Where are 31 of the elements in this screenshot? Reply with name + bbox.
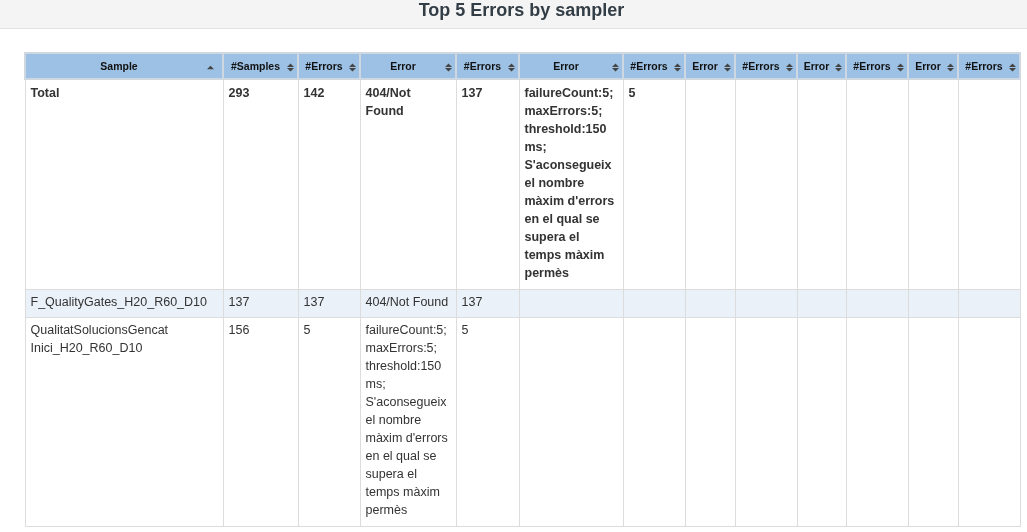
column-header[interactable]: Error (797, 53, 846, 79)
table-cell: failureCount:5; maxErrors:5; threshold:150 ms; S'aconsegueix el nombre màxim d'errors en el qual se supera el temps màxim permès (360, 317, 456, 527)
table-cell: 137 (223, 289, 298, 318)
column-header[interactable]: Error (908, 53, 958, 79)
column-header[interactable]: Error (519, 53, 623, 79)
table-cell: 137 (456, 289, 519, 318)
column-header[interactable]: Error (685, 53, 735, 79)
table-cell: 5 (456, 317, 519, 527)
table-cell: 404/Not Found (360, 79, 456, 290)
column-header[interactable]: #Errors (846, 53, 908, 79)
column-header[interactable]: Error (360, 53, 456, 79)
column-header[interactable]: #Errors (623, 53, 685, 79)
column-header[interactable]: #Errors (735, 53, 797, 79)
table-cell: 293 (223, 79, 298, 290)
table-cell: QualitatSolucionsGencat Inici_H20_R60_D10 (25, 317, 223, 527)
table-cell: Total (25, 79, 223, 290)
table-cell: 142 (298, 79, 360, 290)
column-header[interactable]: Sample (25, 53, 223, 79)
table-cell: 5 (623, 79, 685, 290)
column-header[interactable]: #Samples (223, 53, 298, 79)
table-cell: 137 (456, 79, 519, 290)
column-header[interactable]: #Errors (958, 53, 1020, 79)
column-header[interactable]: #Errors (298, 53, 360, 79)
table-cell: 156 (223, 317, 298, 527)
column-header[interactable]: #Errors (456, 53, 519, 79)
table-cell: F_QualityGates_H20_R60_D10 (25, 289, 223, 318)
table-cell: 404/Not Found (360, 289, 456, 318)
table-cell: failureCount:5; maxErrors:5; threshold:150 ms; S'aconsegueix el nombre màxim d'errors en el qual se supera el temps màxim permès (519, 79, 623, 290)
table-cell: 137 (298, 289, 360, 318)
table-cell: 5 (298, 317, 360, 527)
page-title: Top 5 Errors by sampler (418, 0, 625, 21)
